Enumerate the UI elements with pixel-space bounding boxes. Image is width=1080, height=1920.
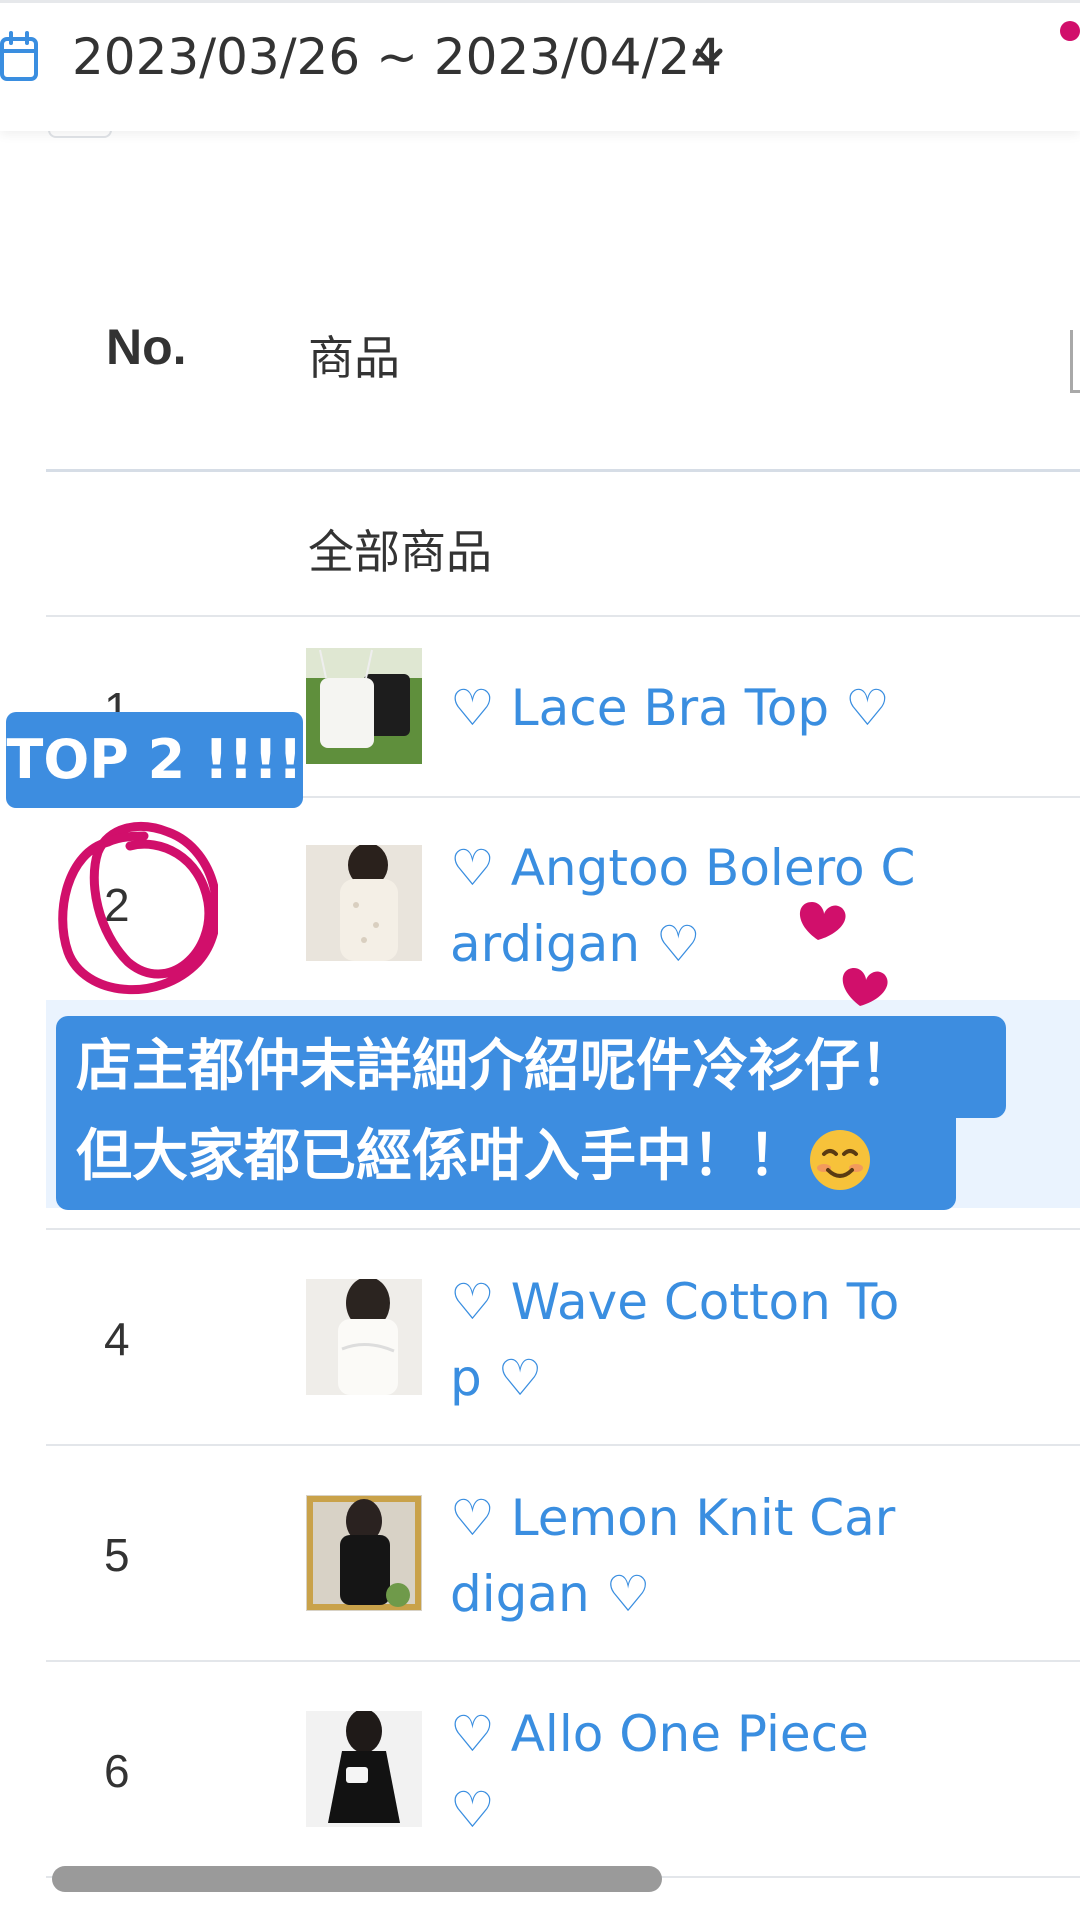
date-filter-bar: 2023/03/26 ~ 2023/04/24 bbox=[0, 0, 1080, 131]
row-number: 6 bbox=[104, 1745, 130, 1797]
row-number: 5 bbox=[104, 1529, 130, 1581]
blushing-smile-emoji-icon bbox=[810, 1129, 870, 1190]
column-header-no: No. bbox=[106, 319, 187, 375]
product-link[interactable]: ♡ Lace Bra Top ♡ bbox=[450, 670, 920, 746]
product-link[interactable]: ♡ Lemon Knit Cardigan ♡ bbox=[450, 1480, 920, 1632]
column-header-product: 商品 bbox=[308, 331, 400, 385]
comment-line-2: 但大家都已經係咁入手中！！ bbox=[56, 1112, 956, 1210]
row-divider bbox=[46, 1228, 1080, 1230]
clipped-column-header bbox=[1070, 330, 1080, 393]
calendar-icon[interactable] bbox=[0, 29, 46, 85]
product-link[interactable]: ♡ Wave Cotton Top ♡ bbox=[450, 1264, 920, 1416]
row-divider bbox=[46, 1660, 1080, 1662]
row-divider bbox=[46, 615, 1080, 617]
circle-annotation bbox=[58, 821, 218, 995]
header-divider bbox=[46, 469, 1080, 472]
product-thumbnail[interactable] bbox=[306, 1711, 422, 1827]
product-thumbnail[interactable] bbox=[306, 1279, 422, 1395]
notification-dot bbox=[1060, 21, 1080, 41]
chevron-down-icon[interactable] bbox=[692, 43, 726, 71]
row-number: 4 bbox=[104, 1313, 130, 1365]
product-thumbnail[interactable] bbox=[306, 1495, 422, 1611]
product-link[interactable]: ♡ Allo One Piece ♡ bbox=[450, 1696, 920, 1848]
row-divider bbox=[46, 1444, 1080, 1446]
comment-line-2-text: 但大家都已經係咁入手中！！ bbox=[76, 1124, 804, 1189]
product-thumbnail[interactable] bbox=[306, 845, 422, 961]
horizontal-scrollbar[interactable] bbox=[52, 1866, 662, 1892]
hearts-doodle-icon bbox=[799, 902, 888, 1006]
top2-sticker: TOP 2 !!!! bbox=[6, 712, 303, 808]
all-products-row: 全部商品 bbox=[308, 525, 492, 579]
comment-line-1: 店主都仲未詳細介紹呢件冷衫仔！ bbox=[56, 1016, 1006, 1118]
date-range-selector[interactable]: 2023/03/26 ~ 2023/04/24 bbox=[72, 27, 722, 87]
product-thumbnail[interactable] bbox=[306, 648, 422, 764]
